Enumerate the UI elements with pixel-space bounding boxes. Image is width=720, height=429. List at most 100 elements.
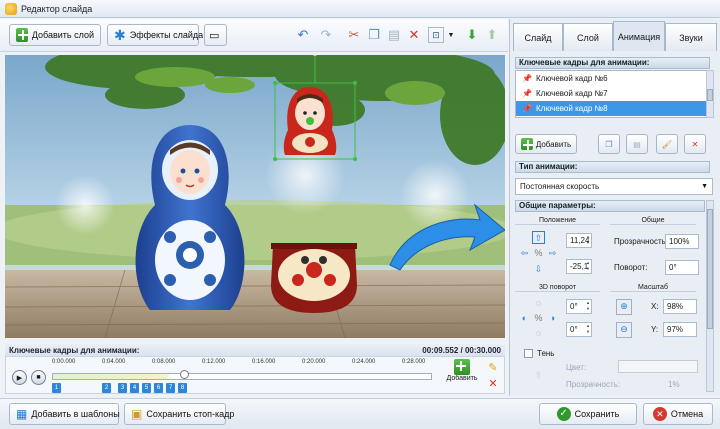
save-button[interactable]: ✓ Сохранить (539, 403, 637, 425)
paste-icon: ▤ (633, 139, 641, 149)
fit-icon[interactable]: ⊡ (428, 27, 444, 43)
scale-x-value: 98% (667, 302, 684, 311)
edit-icon[interactable]: ✎ (486, 361, 500, 375)
shadow-color-field[interactable] (618, 360, 698, 373)
close-icon: ✕ (691, 139, 699, 149)
pin-icon: 📌 (522, 89, 532, 98)
cancel-button[interactable]: ✕ Отмена (643, 403, 713, 425)
position-y-field[interactable]: -25,1 ▲ ▼ (566, 259, 592, 274)
save-frame-button[interactable]: ▣ Сохранить стоп-кадр (124, 403, 234, 425)
tick-label: 0:28.000 (402, 359, 426, 365)
copy-icon[interactable]: ❐ (364, 25, 384, 45)
tab-animation[interactable]: Анимация (613, 21, 665, 51)
percent-icon[interactable]: % (532, 247, 545, 260)
transparency-field[interactable]: 100% (665, 234, 699, 249)
playhead[interactable] (180, 370, 189, 379)
keyframe-marker[interactable]: 2 (102, 383, 111, 393)
main-toolbar: Добавить слой ✱ Эффекты слайда ▭ ↶ ↷ ✂ ❐… (0, 19, 508, 52)
add-to-templates-label: Добавить в шаблоны (31, 409, 120, 419)
tab-sounds[interactable]: Звуки (665, 23, 717, 51)
rot3d-right-icon[interactable]: ◑ (546, 312, 559, 325)
rot3d-y-field[interactable]: 0° ▲ ▼ (566, 322, 592, 337)
brush-button[interactable]: 🖌 (656, 134, 678, 154)
plus-icon (454, 359, 470, 375)
rot3d-down-icon[interactable]: ◌ (532, 327, 545, 340)
copy-keyframe-button[interactable]: ❐ (598, 134, 620, 154)
params-scrollbar[interactable] (706, 200, 714, 392)
move-right-arrow-icon[interactable]: ⇨ (546, 247, 559, 260)
list-item[interactable]: 📌 Ключевой кадр №6 (516, 71, 706, 86)
zoom-in-icon[interactable]: ⊕ (616, 299, 632, 315)
keyframe-marker[interactable]: 5 (142, 383, 151, 393)
scale-y-field[interactable]: 97% (663, 322, 697, 337)
spinner[interactable]: ▲ ▼ (585, 300, 591, 313)
check-icon: ✓ (556, 407, 571, 421)
shadow-checkbox[interactable] (524, 349, 533, 358)
screen-button[interactable]: ▭ (204, 24, 227, 46)
save-label: Сохранить (574, 409, 620, 419)
position-x-field[interactable]: 11,24 ▲ ▼ (566, 233, 592, 248)
move-up-icon[interactable]: ⬆ (482, 25, 502, 45)
add-keyframe-button[interactable]: Добавить (515, 134, 577, 154)
chevron-down-icon[interactable]: ▼ (446, 25, 456, 45)
delete-keyframe-icon[interactable]: ✕ (486, 377, 500, 391)
move-down-arrow-icon[interactable]: ⇩ (532, 263, 545, 276)
keyframe-marker[interactable]: 7 (166, 383, 175, 393)
move-down-icon[interactable]: ⬇ (462, 25, 482, 45)
rot3d-x-field[interactable]: 0° ▲ ▼ (566, 299, 592, 314)
tab-layer[interactable]: Слой (563, 23, 613, 51)
slide-effects-button[interactable]: ✱ Эффекты слайда (107, 24, 203, 46)
timeline-ruler[interactable]: 0:00.000 0:04.000 0:08.000 0:12.000 0:16… (52, 359, 432, 393)
list-item[interactable]: 📌 Ключевой кадр №7 (516, 86, 706, 101)
delete-icon[interactable]: ✕ (404, 25, 424, 45)
pin-icon: 📌 (522, 104, 532, 113)
add-keyframe-label: Добавить (535, 139, 572, 149)
properties-panel: Слайд Слой Анимация Звуки Ключевые кадры… (509, 19, 720, 396)
tick-label: 0:04.000 (102, 359, 126, 365)
add-layer-label: Добавить слой (31, 30, 94, 40)
kf-item-label: Ключевой кадр №8 (536, 104, 608, 113)
add-layer-button[interactable]: Добавить слой (9, 24, 101, 46)
scale-x-field[interactable]: 98% (663, 299, 697, 314)
move-left-arrow-icon[interactable]: ⇦ (518, 247, 531, 260)
percent-icon[interactable]: % (532, 312, 545, 325)
undo-icon[interactable]: ↶ (293, 25, 313, 45)
rotation-field[interactable]: 0° (665, 260, 699, 275)
delete-keyframe-button[interactable]: ✕ (684, 134, 706, 154)
slide-scene (5, 55, 505, 338)
move-up-arrow-icon[interactable]: ⇧ (532, 231, 545, 244)
window-title: Редактор слайда (21, 3, 93, 14)
anim-type-select[interactable]: Постоянная скорость ▼ (515, 178, 713, 195)
rot3d-left-icon[interactable]: ◐ (518, 312, 531, 325)
timeline-track[interactable] (52, 373, 432, 380)
redo-icon[interactable]: ↷ (316, 25, 336, 45)
cut-icon[interactable]: ✂ (344, 25, 364, 45)
spinner[interactable]: ▲ ▼ (585, 323, 591, 336)
keyframe-marker[interactable]: 4 (130, 383, 139, 393)
kf-list-scrollbar[interactable] (706, 70, 714, 118)
rot3d-up-icon[interactable]: ◌ (532, 297, 545, 310)
spinner[interactable]: ▲ ▼ (585, 260, 591, 273)
rot3d-label: 3D поворот (515, 284, 600, 292)
kf-item-label: Ключевой кадр №6 (536, 74, 608, 83)
keyframe-marker[interactable]: 1 (52, 383, 61, 393)
slide-canvas[interactable] (5, 55, 505, 338)
keyframe-marker[interactable]: 8 (178, 383, 187, 393)
add-to-templates-button[interactable]: ▦ Добавить в шаблоны (9, 403, 120, 425)
scroll-thumb[interactable] (707, 209, 713, 329)
keyframe-marker[interactable]: 6 (154, 383, 163, 393)
stop-button[interactable]: ■ (31, 370, 46, 385)
tab-slide[interactable]: Слайд (513, 23, 563, 51)
scroll-thumb[interactable] (707, 89, 713, 101)
zoom-out-icon[interactable]: ⊖ (616, 322, 632, 338)
stop-icon: ■ (36, 374, 41, 381)
timeline-add-button[interactable]: Добавить (446, 359, 478, 393)
keyframe-list[interactable]: 📌 Ключевой кадр №6 📌 Ключевой кадр №7 📌 Клю… (515, 70, 707, 118)
shadow-up-icon[interactable]: ⇧ (532, 369, 545, 382)
spinner[interactable]: ▲ ▼ (585, 234, 591, 247)
keyframe-marker[interactable]: 3 (118, 383, 127, 393)
paste-icon[interactable]: ▤ (384, 25, 404, 45)
play-button[interactable]: ▶ (12, 370, 27, 385)
paste-keyframe-button[interactable]: ▤ (626, 134, 648, 154)
list-item-selected[interactable]: 📌 Ключевой кадр №8 (516, 101, 706, 116)
